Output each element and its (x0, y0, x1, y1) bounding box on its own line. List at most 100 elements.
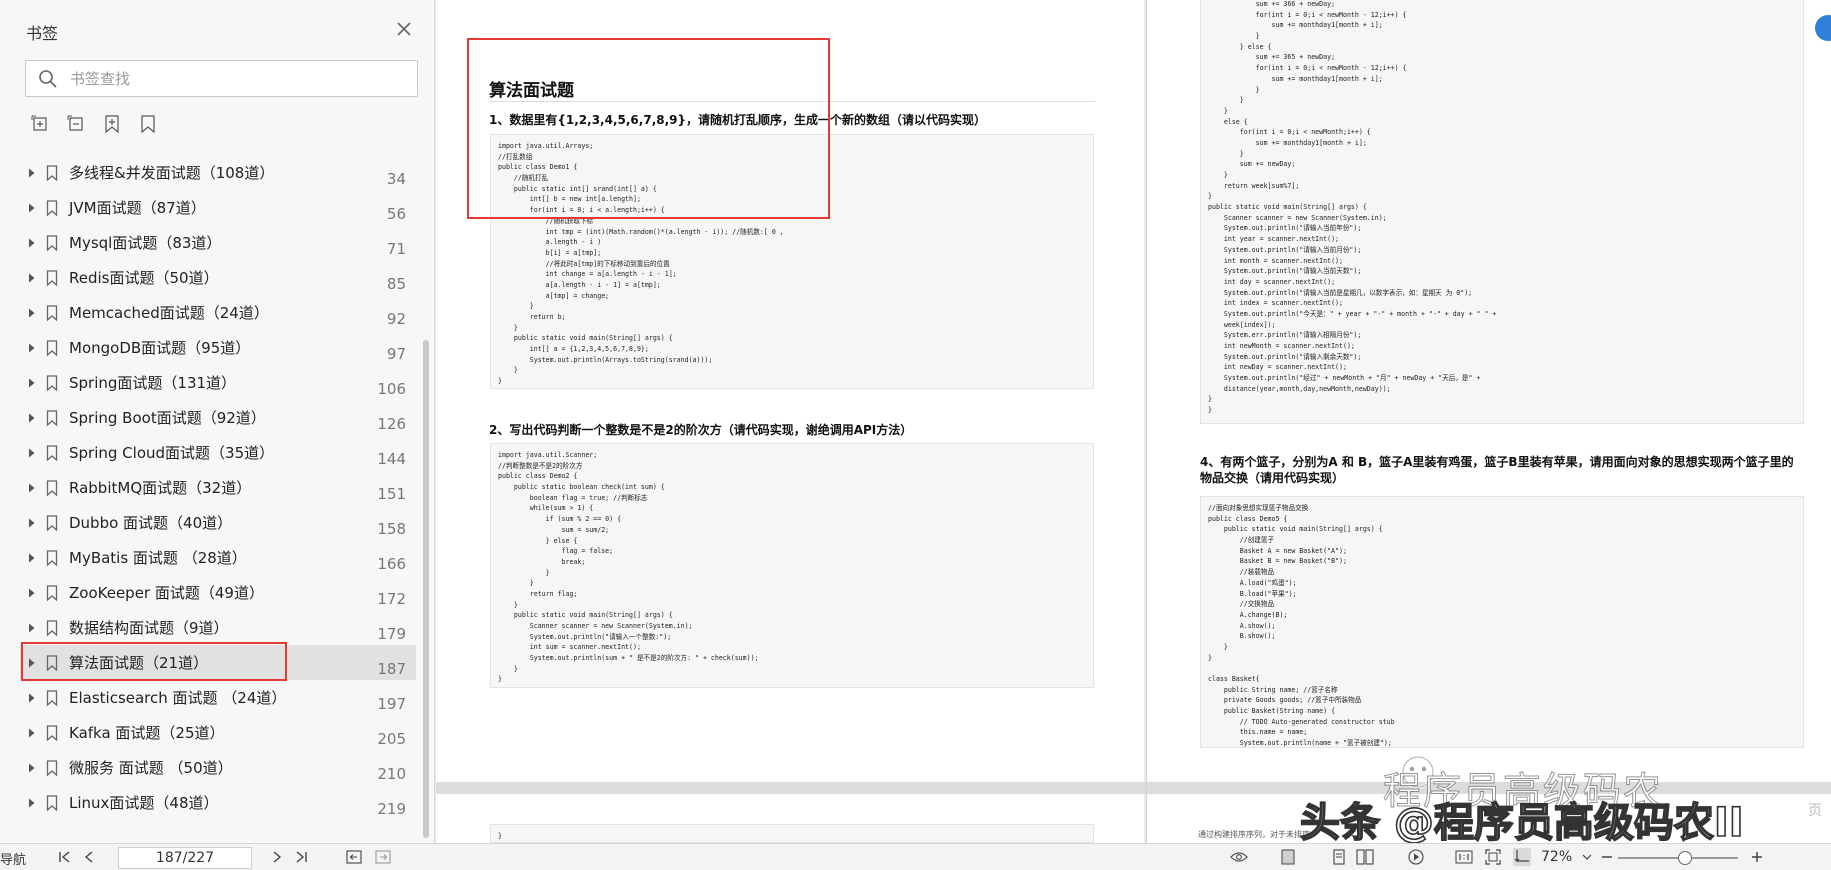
bookmark-item[interactable]: Spring Cloud面试题（35道） 144 (20, 435, 416, 470)
bookmark-label: Redis面试题（50道） (69, 269, 219, 287)
zoom-in-icon[interactable] (1748, 848, 1766, 866)
caret-right-icon[interactable] (26, 552, 38, 564)
code-line: } (1208, 32, 1260, 41)
first-page-icon[interactable] (56, 848, 74, 866)
caret-right-icon[interactable] (26, 762, 38, 774)
code-line: System.out.println("请输入一个整数:"); (498, 632, 672, 641)
caret-right-icon[interactable] (26, 447, 38, 459)
bookmark-item[interactable]: Mysql面试题（83道） 71 (20, 225, 416, 260)
bookmark-item[interactable]: Spring面试题（131道） 106 (20, 365, 416, 400)
bookmark-icon (46, 619, 58, 636)
page-view-icon[interactable] (1330, 848, 1348, 866)
bookmark-page-number: 187 (377, 660, 406, 678)
bookmark-label: Memcached面试题（24道） (69, 304, 269, 322)
next-page-icon[interactable] (268, 848, 286, 866)
zoom-level[interactable]: 72% (1541, 849, 1572, 865)
bookmark-search-field[interactable] (25, 60, 418, 97)
caret-right-icon[interactable] (26, 657, 38, 669)
bookmark-item[interactable]: 算法面试题（21道） 187 (20, 645, 416, 680)
bookmark-item[interactable]: Memcached面试题（24道） 92 (20, 295, 416, 330)
fit-page-icon[interactable] (1484, 848, 1502, 866)
code-line: Basket B = new Basket("B"); (1208, 557, 1347, 566)
code-line: while(sum > 1) { (498, 504, 594, 513)
watermark-main: 头条 @程序员高级码农II (1299, 799, 1744, 847)
bookmark-label: 多线程&并发面试题（108道） (69, 164, 275, 182)
bookmark-item[interactable]: Linux面试题（48道） 219 (20, 785, 416, 820)
code-line: int change = a[a.length - i - 1]; (498, 270, 677, 279)
bookmark-item[interactable]: Redis面试题（50道） 85 (20, 260, 416, 295)
collapse-all-icon[interactable] (64, 112, 88, 136)
page-number-input[interactable] (118, 847, 252, 869)
bookmark-item[interactable]: MyBatis 面试题 （28道） 166 (20, 540, 416, 575)
code-line: int year = scanner.nextInt(); (1208, 235, 1340, 244)
caret-right-icon[interactable] (26, 202, 38, 214)
last-page-icon[interactable] (292, 848, 310, 866)
back-icon[interactable] (345, 848, 363, 866)
code-fragment: } (498, 832, 502, 840)
code-line: A.load("鸡蛋"); (1208, 578, 1297, 587)
caret-right-icon[interactable] (26, 517, 38, 529)
bookmark-label: Linux面试题（48道） (69, 794, 219, 812)
bookmark-icon (46, 409, 58, 426)
bookmark-item[interactable]: RabbitMQ面试题（32道） 151 (20, 470, 416, 505)
bookmark-item[interactable]: Spring Boot面试题（92道） 126 (20, 400, 416, 435)
two-page-icon[interactable] (1356, 848, 1374, 866)
caret-right-icon[interactable] (26, 797, 38, 809)
bookmark-item[interactable]: Dubbo 面试题（40道） 158 (20, 505, 416, 540)
sidebar-title: 书签 (26, 24, 59, 43)
bookmark-label: Kafka 面试题（25道） (69, 724, 225, 742)
code-line: System.out.println("请输入当前年份"); (1208, 224, 1362, 233)
bookmark-item[interactable]: 多线程&并发面试题（108道） 34 (20, 155, 416, 190)
code-line: return b; (498, 313, 566, 321)
code-line: B.show(); (1208, 632, 1276, 641)
zoom-slider-handle[interactable] (1678, 851, 1692, 865)
nav-label[interactable]: 导航 (0, 849, 26, 868)
forward-icon[interactable] (374, 848, 392, 866)
caret-right-icon[interactable] (26, 412, 38, 424)
bookmark-search-input[interactable] (70, 67, 400, 91)
code-line: for(int i = 0;i < newMonth - 12;i++) { (1208, 64, 1407, 73)
actual-size-icon[interactable] (1455, 848, 1473, 866)
bookmark-item[interactable]: JVM面试题（87道） 56 (20, 190, 416, 225)
play-icon[interactable] (1407, 848, 1425, 866)
caret-right-icon[interactable] (26, 167, 38, 179)
bookmark-page-number: 97 (386, 345, 406, 363)
bookmark-item[interactable]: ZooKeeper 面试题（49道） 172 (20, 575, 416, 610)
bookmark-item[interactable]: 数据结构面试题（9道） 179 (20, 610, 416, 645)
fit-width-icon[interactable] (1513, 848, 1531, 866)
caret-right-icon[interactable] (26, 237, 38, 249)
bookmark-item[interactable]: 微服务 面试题 （50道） 210 (20, 750, 416, 785)
code-line: } (1208, 395, 1212, 404)
code-line: } (1208, 96, 1244, 105)
zoom-out-icon[interactable] (1598, 848, 1616, 866)
caret-right-icon[interactable] (26, 307, 38, 319)
watermark-suffix: 页 (1808, 803, 1822, 819)
caret-right-icon[interactable] (26, 727, 38, 739)
bookmark-item[interactable]: Elasticsearch 面试题 （24道） 197 (20, 680, 416, 715)
bookmark-add-icon[interactable] (100, 112, 124, 136)
question-4: 4、有两个篮子，分别为A 和 B，篮子A里装有鸡蛋，篮子B里装有苹果，请用面向对… (1200, 455, 1794, 485)
caret-right-icon[interactable] (26, 622, 38, 634)
bookmark-page-number: 144 (377, 450, 406, 468)
caret-right-icon[interactable] (26, 587, 38, 599)
chevron-down-icon[interactable] (1578, 848, 1596, 866)
expand-all-icon[interactable] (28, 112, 52, 136)
single-page-icon[interactable] (1279, 848, 1297, 866)
code-line: } (498, 600, 518, 609)
caret-right-icon[interactable] (26, 692, 38, 704)
code-line: System.err.println("请输入相隔月份"); (1208, 331, 1362, 340)
bookmark-item[interactable]: Kafka 面试题（25道） 205 (20, 715, 416, 750)
caret-right-icon[interactable] (26, 377, 38, 389)
code-block-2: import java.util.Scanner; //判断整数是不是2的阶次方 p… (490, 443, 1094, 688)
prev-page-icon[interactable] (80, 848, 98, 866)
sidebar-scrollbar[interactable] (423, 340, 429, 838)
code-line: System.out.println("经过" + newMonth + "月"… (1208, 374, 1481, 383)
code-line: System.out.println("今天是：" + year + "-" +… (1208, 309, 1497, 318)
caret-right-icon[interactable] (26, 482, 38, 494)
caret-right-icon[interactable] (26, 342, 38, 354)
eye-icon[interactable] (1230, 848, 1248, 866)
bookmark-icon[interactable] (136, 112, 160, 136)
bookmark-item[interactable]: MongoDB面试题（95道） 97 (20, 330, 416, 365)
caret-right-icon[interactable] (26, 272, 38, 284)
close-icon[interactable] (392, 17, 416, 41)
